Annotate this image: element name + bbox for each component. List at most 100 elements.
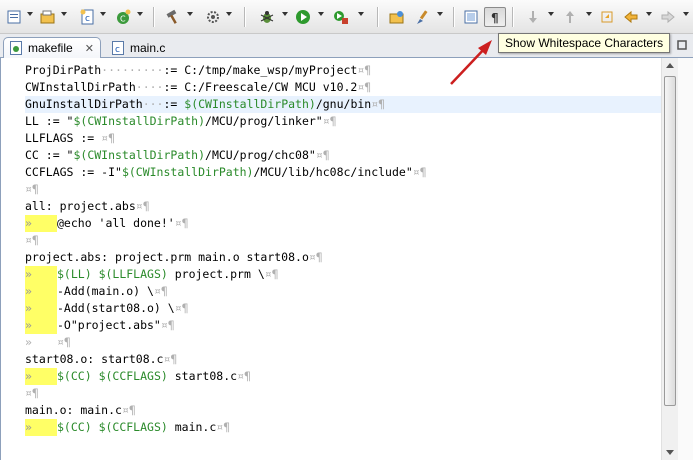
space-markers: ··· <box>142 97 164 111</box>
show-whitespace-icon[interactable]: ¶ <box>484 7 506 27</box>
code-line[interactable]: » @echo 'all done!'¤¶ <box>25 215 661 232</box>
tab-character-marker: » <box>25 266 57 283</box>
previous-annotation-dropdown[interactable] <box>586 12 592 16</box>
debug-dropdown[interactable] <box>282 12 288 16</box>
code-text: project.prm \ <box>167 267 265 281</box>
external-tools-dropdown[interactable] <box>358 12 364 16</box>
new-file-dropdown[interactable] <box>27 12 33 16</box>
code-line[interactable]: CC := "$(CWInstallDirPath)/MCU/prog/chc0… <box>25 147 661 164</box>
code-line[interactable]: project.abs: project.prm main.o start08.… <box>25 249 661 266</box>
svg-text:C: C <box>120 15 126 24</box>
code-text: CC := " <box>25 148 74 162</box>
next-annotation-dropdown[interactable] <box>548 12 554 16</box>
toolbar-separator <box>512 7 514 27</box>
code-line[interactable]: LL := "$(CWInstallDirPath)/MCU/prog/link… <box>25 113 661 130</box>
code-line[interactable]: GnuInstallDirPath···:= $(CWInstallDirPat… <box>25 96 661 113</box>
tab-makefile[interactable]: makefile ✕ <box>3 37 101 58</box>
vertical-scrollbar[interactable] <box>661 58 678 460</box>
search-brush-dropdown[interactable] <box>437 12 443 16</box>
run-dropdown[interactable] <box>318 12 324 16</box>
code-text: LLFLAGS := <box>25 131 102 145</box>
back-arrow-icon[interactable] <box>620 7 642 27</box>
forward-arrow-icon[interactable] <box>657 7 679 27</box>
code-line[interactable]: ProjDirPath·········:= C:/tmp/make_wsp/m… <box>25 62 661 79</box>
make-variable: $(CCFLAGS) <box>98 420 168 434</box>
svg-text:¶: ¶ <box>491 11 499 24</box>
scroll-up-icon[interactable] <box>666 63 674 68</box>
code-text: project.abs: project.prm main.o start08.… <box>25 250 309 264</box>
space-markers: ········· <box>101 63 164 77</box>
code-line[interactable]: CCFLAGS := -I"$(CWInstallDirPath)/MCU/li… <box>25 164 661 181</box>
code-line[interactable]: start08.o: start08.c¤¶ <box>25 351 661 368</box>
code-text: /MCU/prog/linker" <box>205 114 323 128</box>
build-dropdown[interactable] <box>187 12 193 16</box>
code-line[interactable]: ¤¶ <box>25 232 661 249</box>
code-line[interactable]: » $(CC) $(CCFLAGS) main.c¤¶ <box>25 419 661 436</box>
line-end-marker: ¤¶ <box>371 97 386 111</box>
makefile-editor[interactable]: ProjDirPath·········:= C:/tmp/make_wsp/m… <box>0 58 693 460</box>
code-line[interactable]: all: project.abs¤¶ <box>25 198 661 215</box>
code-line[interactable]: » $(CC) $(CCFLAGS) start08.c¤¶ <box>25 368 661 385</box>
code-line[interactable]: ¤¶ <box>25 385 661 402</box>
code-line[interactable]: ¤¶ <box>25 181 661 198</box>
code-text: start08.o: start08.c <box>25 352 164 366</box>
code-text: main.o: main.c <box>25 403 122 417</box>
code-line[interactable]: LLFLAGS := ¤¶ <box>25 130 661 147</box>
make-variable: $(CWInstallDirPath) <box>73 148 206 162</box>
line-end-marker: ¤¶ <box>308 250 323 264</box>
toolbar-separator <box>153 7 155 27</box>
back-dropdown[interactable] <box>646 12 652 16</box>
code-line[interactable]: » -O"project.abs"¤¶ <box>25 317 661 334</box>
new-file-icon[interactable] <box>3 7 25 27</box>
build-hammer-icon[interactable] <box>162 7 184 27</box>
scrollbar-thumb[interactable] <box>664 76 676 406</box>
build-settings-dropdown[interactable] <box>226 12 232 16</box>
scroll-down-icon[interactable] <box>666 450 674 455</box>
forward-dropdown[interactable] <box>683 12 689 16</box>
tab-label: main.c <box>130 40 166 55</box>
external-tools-icon[interactable] <box>330 7 352 27</box>
code-text: CCFLAGS := -I" <box>25 165 122 179</box>
next-annotation-icon[interactable] <box>522 7 544 27</box>
new-class-icon[interactable]: C <box>112 7 134 27</box>
code-area[interactable]: ProjDirPath·········:= C:/tmp/make_wsp/m… <box>25 62 661 436</box>
open-project-icon[interactable] <box>37 7 59 27</box>
code-text: := C:/Freescale/CW MCU v10.2 <box>163 80 358 94</box>
tab-character-marker: » <box>25 335 32 349</box>
line-end-marker: ¤¶ <box>264 267 279 281</box>
line-end-marker: ¤¶ <box>121 403 136 417</box>
new-class-dropdown[interactable] <box>137 12 143 16</box>
open-folder-icon[interactable] <box>386 7 408 27</box>
new-source-icon[interactable]: c <box>76 7 98 27</box>
previous-annotation-icon[interactable] <box>559 7 581 27</box>
code-text: /MCU/prog/chc08" <box>205 148 316 162</box>
line-end-marker: ¤¶ <box>357 63 372 77</box>
make-variable: $(LL) <box>57 267 92 281</box>
svg-text:c: c <box>85 14 90 24</box>
run-icon[interactable] <box>292 7 314 27</box>
code-line[interactable]: » $(LL) $(LLFLAGS) project.prm \¤¶ <box>25 266 661 283</box>
tab-character-marker: » <box>25 317 57 334</box>
new-source-dropdown[interactable] <box>100 12 106 16</box>
debug-bug-icon[interactable] <box>256 7 278 27</box>
toolbar-separator <box>377 7 379 27</box>
code-line[interactable]: CWInstallDirPath····:= C:/Freescale/CW M… <box>25 79 661 96</box>
close-tab-icon[interactable]: ✕ <box>85 42 94 55</box>
c-file-icon: c <box>112 40 124 55</box>
block-selection-icon[interactable] <box>460 7 482 27</box>
open-project-dropdown[interactable] <box>61 12 67 16</box>
code-text: /gnu/bin <box>315 97 372 111</box>
make-variable: $(CWInstallDirPath) <box>73 114 206 128</box>
maximize-icon[interactable] <box>677 40 687 50</box>
code-line[interactable]: main.o: main.c¤¶ <box>25 402 661 419</box>
code-line[interactable]: » -Add(main.o) \¤¶ <box>25 283 661 300</box>
search-brush-icon[interactable] <box>412 7 434 27</box>
tab-main-c[interactable]: c main.c <box>106 37 178 58</box>
last-edit-location-icon[interactable] <box>596 7 618 27</box>
code-line[interactable]: » ¤¶ <box>25 334 661 351</box>
build-settings-icon[interactable] <box>202 7 224 27</box>
code-line[interactable]: » -Add(start08.o) \¤¶ <box>25 300 661 317</box>
make-variable: $(CWInstallDirPath) <box>184 97 316 111</box>
code-text: @echo 'all done!' <box>57 216 175 230</box>
